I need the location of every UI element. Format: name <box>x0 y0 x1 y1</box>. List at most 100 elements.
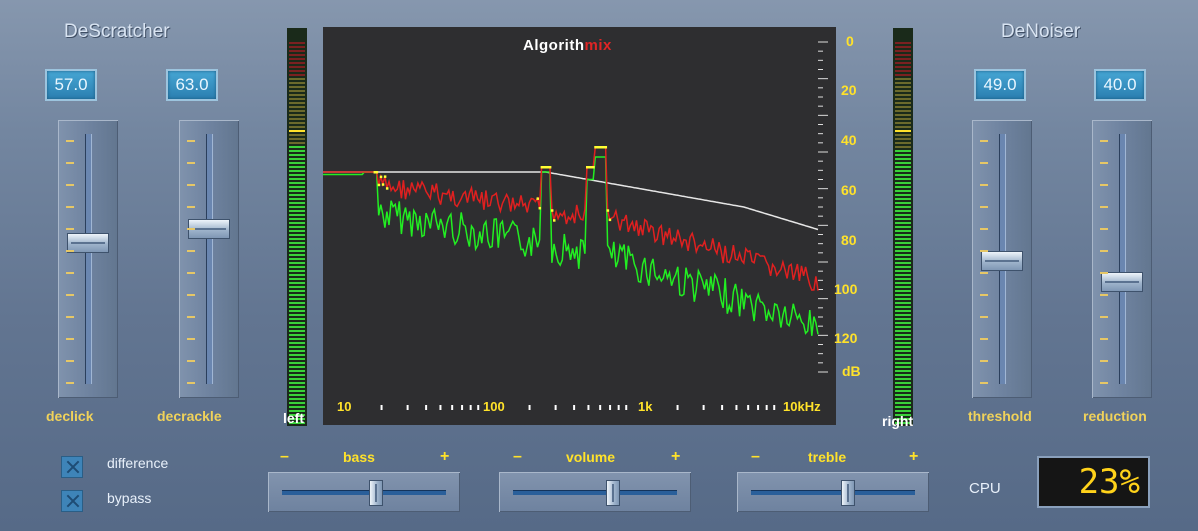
volume-slider[interactable] <box>499 472 691 512</box>
meter-segment <box>895 234 911 236</box>
meter-segment <box>895 78 911 80</box>
meter-segment <box>289 126 305 128</box>
meter-segment <box>895 374 911 376</box>
meter-segment <box>289 118 305 120</box>
peak-marker <box>592 166 595 169</box>
slider-tick <box>187 140 195 142</box>
meter-segment <box>895 306 911 308</box>
meter-segment <box>289 186 305 188</box>
meter-segment <box>289 198 305 200</box>
bass-slider-thumb[interactable] <box>369 480 383 506</box>
meter-segment <box>289 94 305 96</box>
reduction-slider-thumb[interactable] <box>1101 272 1143 292</box>
slider-tick <box>980 382 988 384</box>
meter-segment <box>895 66 911 68</box>
meter-segment <box>289 230 305 232</box>
decrackle-slider[interactable] <box>179 120 239 398</box>
reduction-value: 40.0 <box>1094 69 1146 101</box>
slider-tick <box>980 316 988 318</box>
slider-tick <box>1100 162 1108 164</box>
meter-segment <box>289 138 305 140</box>
treble-slider[interactable] <box>737 472 929 512</box>
volume-label: volume <box>566 449 616 465</box>
db-unit-label: dB <box>842 363 861 379</box>
meter-segment <box>895 94 911 96</box>
slider-tick <box>187 294 195 296</box>
meter-segment <box>895 366 911 368</box>
meter-segment <box>289 290 305 292</box>
meter-segment <box>895 290 911 292</box>
volume-slider-thumb[interactable] <box>606 480 620 506</box>
meter-segment <box>289 78 305 80</box>
meter-segment <box>895 122 911 124</box>
meter-segment <box>895 42 911 44</box>
peak-marker <box>604 146 608 149</box>
slider-tick <box>980 360 988 362</box>
left-meter-label: left <box>283 410 304 426</box>
slider-tick <box>66 294 74 296</box>
meter-segment <box>895 342 911 344</box>
slider-tick <box>1100 206 1108 208</box>
difference-checkbox[interactable] <box>61 456 83 478</box>
slider-tick <box>66 162 74 164</box>
meter-segment <box>289 114 305 116</box>
meter-segment <box>289 174 305 176</box>
slider-tick <box>1100 316 1108 318</box>
meter-segment <box>289 90 305 92</box>
slider-tick <box>187 360 195 362</box>
meter-segment <box>895 302 911 304</box>
slider-tick <box>187 316 195 318</box>
meter-segment <box>895 230 911 232</box>
meter-segment <box>895 194 911 196</box>
meter-segment <box>895 398 911 400</box>
declick-value: 57.0 <box>45 69 97 101</box>
meter-segment <box>289 170 305 172</box>
denoiser-title: DeNoiser <box>1001 21 1081 42</box>
meter-segment <box>289 318 305 320</box>
meter-segment <box>895 286 911 288</box>
bass-slider[interactable] <box>268 472 460 512</box>
peak-marker <box>379 175 383 179</box>
meter-segment <box>289 158 305 160</box>
threshold-slider[interactable] <box>972 120 1032 398</box>
peak-marker <box>548 166 552 169</box>
meter-segment <box>289 82 305 84</box>
slider-tick <box>980 228 988 230</box>
meter-segment <box>289 234 305 236</box>
meter-segment <box>895 390 911 392</box>
meter-segment <box>895 318 911 320</box>
slider-tick <box>187 338 195 340</box>
meter-segment <box>895 326 911 328</box>
meter-segment <box>289 330 305 332</box>
meter-segment <box>289 110 305 112</box>
reference-curve <box>323 171 819 231</box>
meter-segment <box>289 46 305 48</box>
reduction-slider[interactable] <box>1092 120 1152 398</box>
bass-plus: + <box>440 448 450 465</box>
slider-tick <box>980 338 988 340</box>
meter-segment <box>289 62 305 64</box>
decrackle-label: decrackle <box>157 408 222 424</box>
meter-segment <box>895 174 911 176</box>
brand-logo: Algorithmix <box>523 37 612 54</box>
threshold-slider-thumb[interactable] <box>981 251 1023 272</box>
peak-marker <box>375 171 379 174</box>
bypass-checkbox[interactable] <box>61 490 83 512</box>
meter-segment <box>289 398 305 400</box>
meter-segment <box>895 258 911 260</box>
meter-segment <box>895 102 911 104</box>
slider-track <box>85 134 92 384</box>
meter-segment <box>289 406 305 408</box>
meter-segment <box>895 354 911 356</box>
treble-slider-thumb[interactable] <box>841 480 855 506</box>
meter-segment <box>289 66 305 68</box>
meter-segment <box>895 146 911 148</box>
declick-label: declick <box>46 408 94 424</box>
spectrum-display: Algorithmix 0 20 40 60 80 100 120 dB 10 … <box>323 27 861 425</box>
declick-slider[interactable] <box>58 120 118 398</box>
meter-segment <box>289 178 305 180</box>
peak-marker <box>377 183 381 187</box>
slider-tick <box>187 206 195 208</box>
slider-tick <box>66 272 74 274</box>
meter-segment <box>895 98 911 100</box>
